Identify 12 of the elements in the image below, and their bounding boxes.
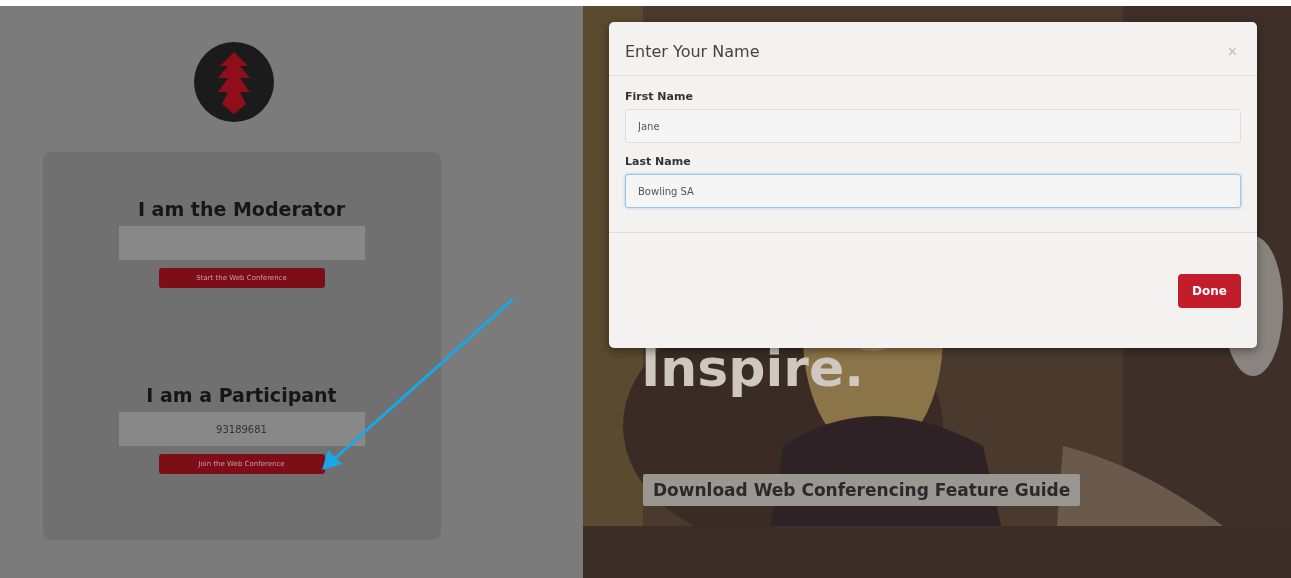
field-label: First Name (625, 90, 694, 103)
logo-icon (193, 42, 274, 122)
input-field[interactable]: Bowling SA (625, 174, 1241, 208)
download-guide-button[interactable]: Download Web Conferencing Feature Guide (643, 474, 1081, 506)
section-heading: I am a Participant (146, 384, 337, 406)
dialog-title: Enter Your Name (625, 42, 760, 61)
section-heading: I am the Moderator (137, 198, 346, 220)
field-label: Last Name (625, 155, 692, 168)
input-field[interactable]: Jane (625, 109, 1241, 143)
input-field[interactable]: 93189681 (118, 412, 365, 446)
input-field[interactable] (118, 226, 365, 260)
done-button[interactable]: Done (1178, 273, 1241, 308)
